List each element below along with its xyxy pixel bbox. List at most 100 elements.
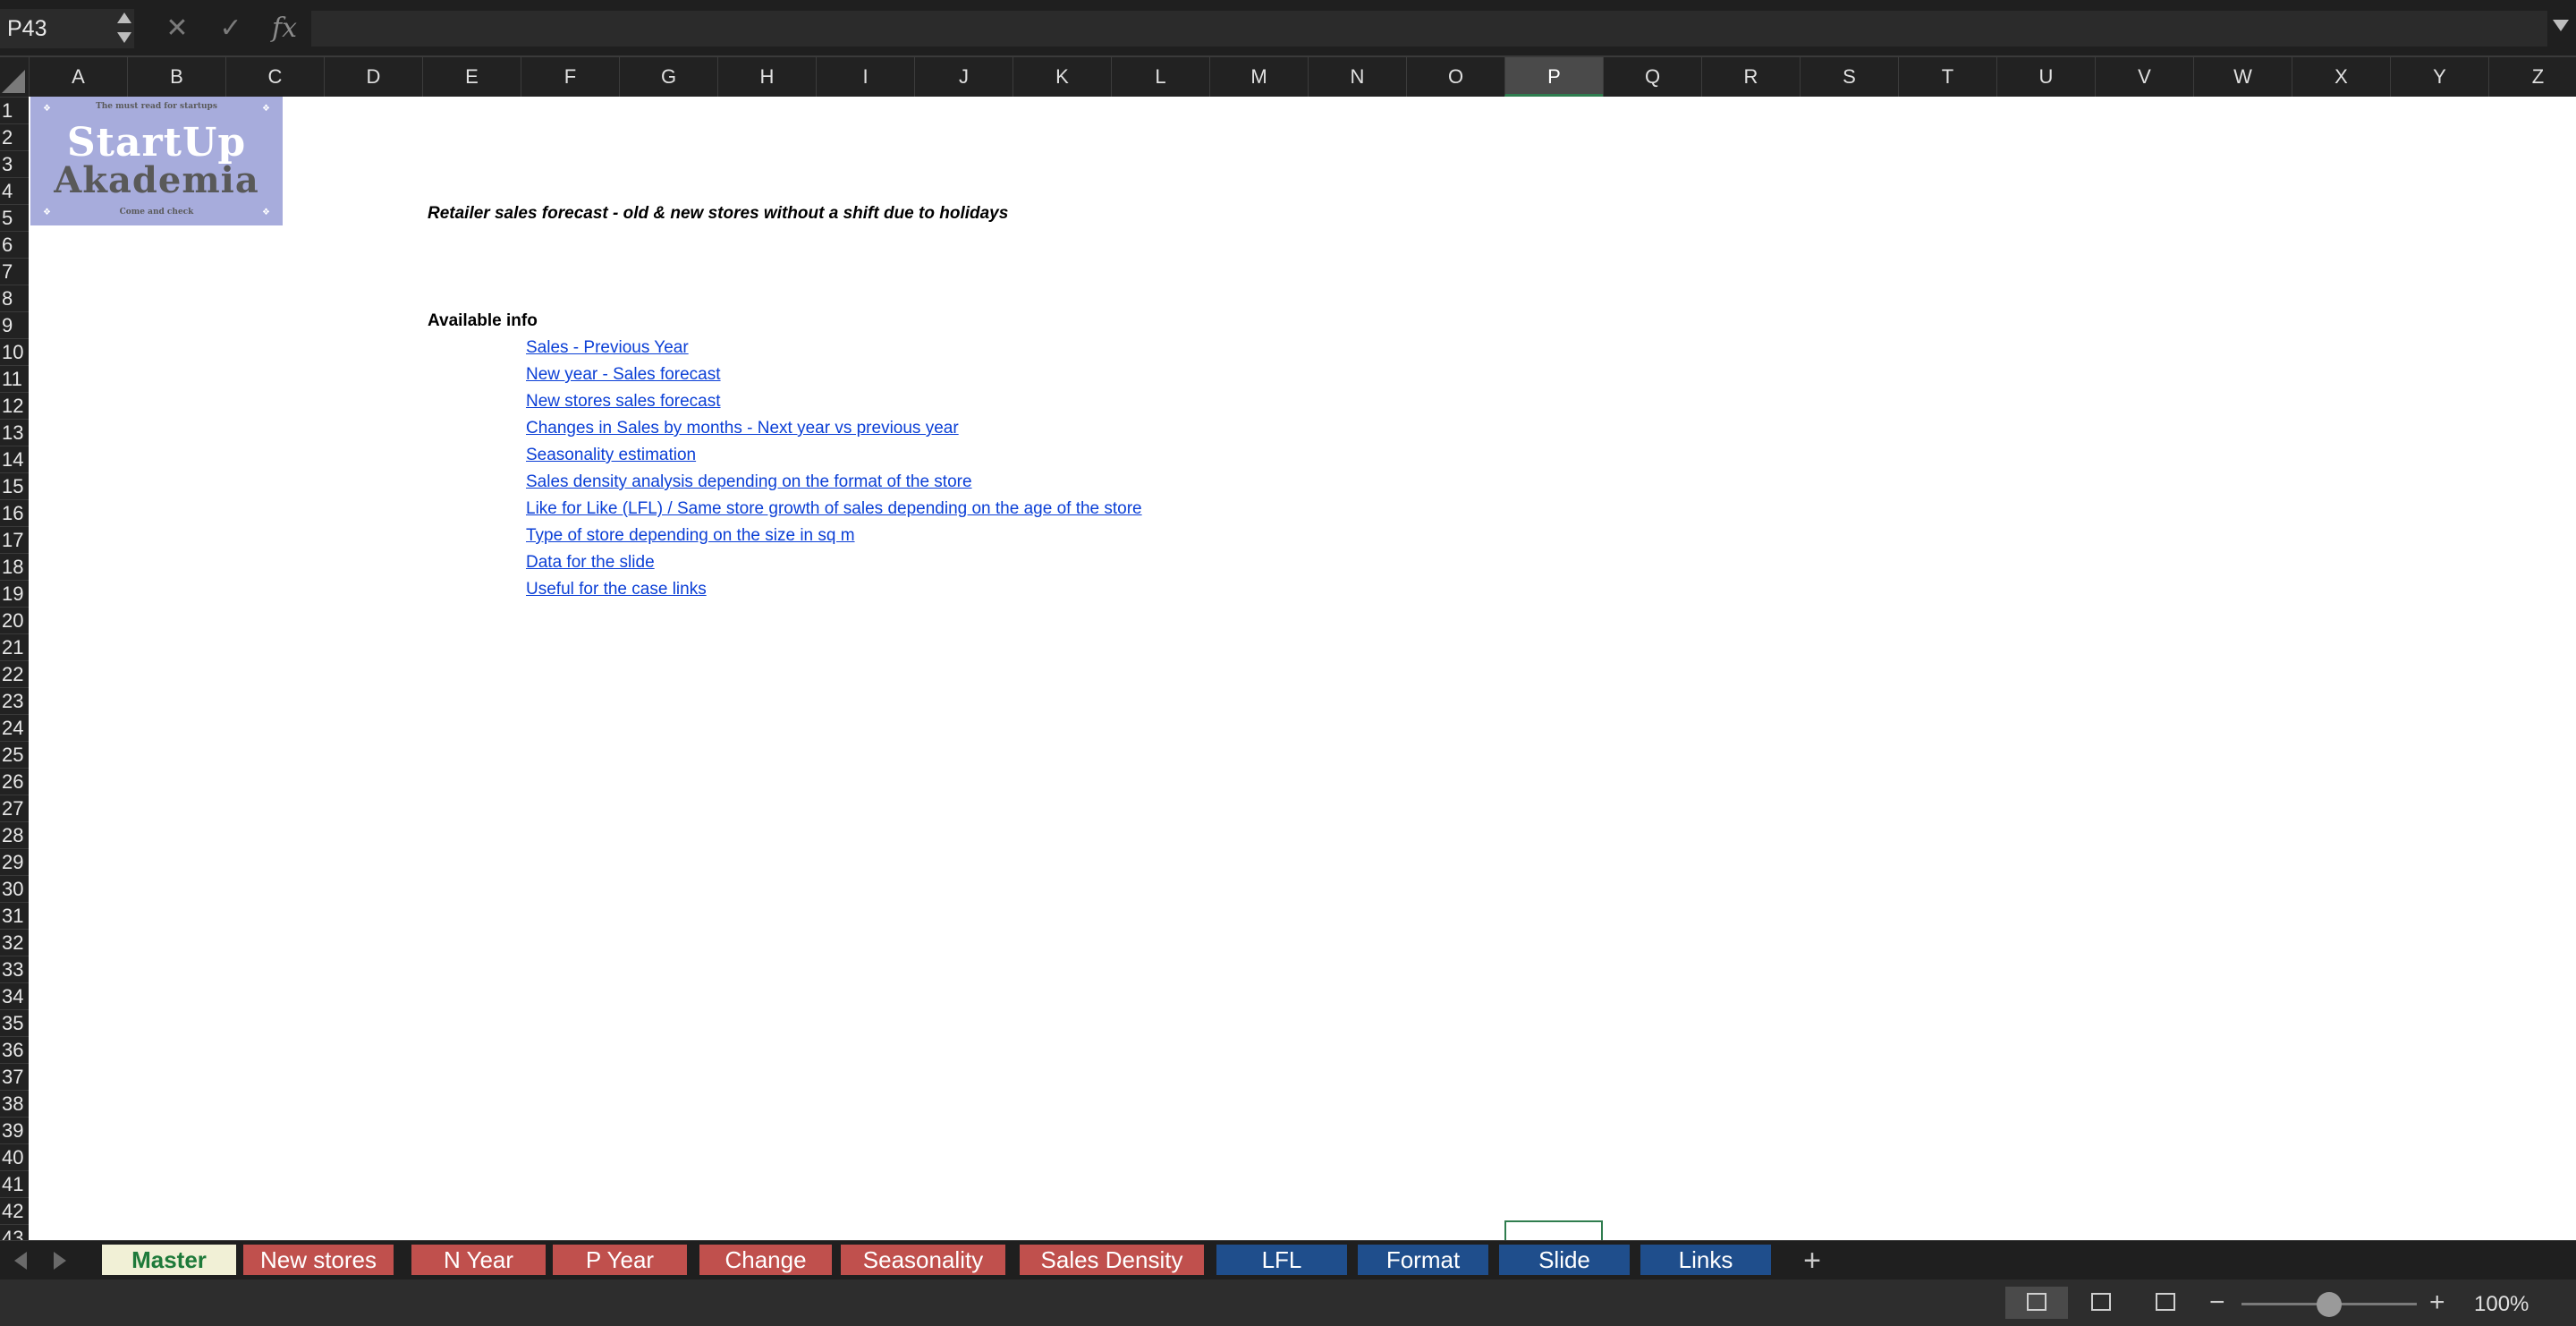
row-header-13[interactable]: 13 xyxy=(0,419,29,446)
column-header-y[interactable]: Y xyxy=(2390,57,2488,97)
row-header-42[interactable]: 42 xyxy=(0,1197,29,1224)
row-header-8[interactable]: 8 xyxy=(0,285,29,311)
chevron-down-icon[interactable] xyxy=(2553,20,2569,31)
row-header-3[interactable]: 3 xyxy=(0,150,29,177)
link-data-for-slide[interactable]: Data for the slide xyxy=(526,553,655,573)
row-header-23[interactable]: 23 xyxy=(0,687,29,714)
row-header-41[interactable]: 41 xyxy=(0,1170,29,1197)
column-header-n[interactable]: N xyxy=(1308,57,1406,97)
tab-sales-density[interactable]: Sales Density xyxy=(1020,1245,1204,1275)
chevron-left-icon[interactable] xyxy=(14,1252,27,1270)
row-header-11[interactable]: 11 xyxy=(0,365,29,392)
link-changes-in-sales[interactable]: Changes in Sales by months - Next year v… xyxy=(526,419,959,438)
row-header-24[interactable]: 24 xyxy=(0,714,29,741)
column-header-p[interactable]: P xyxy=(1504,57,1603,97)
link-sales-previous-year[interactable]: Sales - Previous Year xyxy=(526,338,689,358)
row-header-4[interactable]: 4 xyxy=(0,177,29,204)
tab-change[interactable]: Change xyxy=(699,1245,832,1275)
link-useful-for-case[interactable]: Useful for the case links xyxy=(526,580,707,599)
column-header-b[interactable]: B xyxy=(127,57,225,97)
function-icon[interactable]: fx xyxy=(267,11,302,47)
column-header-m[interactable]: M xyxy=(1209,57,1308,97)
page-layout-icon[interactable] xyxy=(2070,1287,2132,1319)
row-header-17[interactable]: 17 xyxy=(0,526,29,553)
close-icon[interactable]: ✕ xyxy=(159,11,195,47)
row-header-33[interactable]: 33 xyxy=(0,956,29,982)
add-sheet-button[interactable]: + xyxy=(1792,1243,1832,1279)
arrow-down-icon[interactable] xyxy=(117,32,131,43)
chevron-right-icon[interactable] xyxy=(54,1252,66,1270)
column-header-q[interactable]: Q xyxy=(1603,57,1701,97)
row-header-35[interactable]: 35 xyxy=(0,1009,29,1036)
row-header-10[interactable]: 10 xyxy=(0,338,29,365)
row-header-9[interactable]: 9 xyxy=(0,311,29,338)
zoom-out-button[interactable]: − xyxy=(2209,1289,2225,1316)
normal-view-icon[interactable] xyxy=(2005,1287,2068,1319)
row-header-12[interactable]: 12 xyxy=(0,392,29,419)
row-header-7[interactable]: 7 xyxy=(0,258,29,285)
column-header-t[interactable]: T xyxy=(1898,57,1996,97)
row-header-40[interactable]: 40 xyxy=(0,1143,29,1170)
column-header-a[interactable]: A xyxy=(29,57,127,97)
column-header-r[interactable]: R xyxy=(1701,57,1800,97)
column-header-o[interactable]: O xyxy=(1406,57,1504,97)
column-header-k[interactable]: K xyxy=(1013,57,1111,97)
column-header-j[interactable]: J xyxy=(914,57,1013,97)
zoom-in-button[interactable]: + xyxy=(2429,1289,2445,1316)
tab-new-stores[interactable]: New stores xyxy=(243,1245,394,1275)
zoom-slider-thumb[interactable] xyxy=(2317,1292,2342,1317)
column-header-c[interactable]: C xyxy=(225,57,324,97)
column-header-i[interactable]: I xyxy=(816,57,914,97)
formula-input[interactable] xyxy=(311,11,2547,47)
row-header-25[interactable]: 25 xyxy=(0,741,29,768)
column-header-u[interactable]: U xyxy=(1996,57,2095,97)
link-type-of-store[interactable]: Type of store depending on the size in s… xyxy=(526,526,855,546)
link-new-stores-sales-forecast[interactable]: New stores sales forecast xyxy=(526,392,721,412)
row-header-18[interactable]: 18 xyxy=(0,553,29,580)
row-header-16[interactable]: 16 xyxy=(0,499,29,526)
name-box-stepper[interactable] xyxy=(114,11,132,47)
column-header-h[interactable]: H xyxy=(717,57,816,97)
row-header-39[interactable]: 39 xyxy=(0,1117,29,1143)
link-new-year-sales-forecast[interactable]: New year - Sales forecast xyxy=(526,365,721,385)
tab-links[interactable]: Links xyxy=(1640,1245,1771,1275)
column-header-e[interactable]: E xyxy=(422,57,521,97)
tab-p-year[interactable]: P Year xyxy=(553,1245,687,1275)
column-header-w[interactable]: W xyxy=(2193,57,2292,97)
link-sales-density-analysis[interactable]: Sales density analysis depending on the … xyxy=(526,472,972,492)
tab-master[interactable]: Master xyxy=(102,1245,236,1275)
link-seasonality-estimation[interactable]: Seasonality estimation xyxy=(526,446,696,465)
row-header-1[interactable]: 1 xyxy=(0,97,29,123)
row-header-37[interactable]: 37 xyxy=(0,1063,29,1090)
column-header-d[interactable]: D xyxy=(324,57,422,97)
row-header-34[interactable]: 34 xyxy=(0,982,29,1009)
arrow-up-icon[interactable] xyxy=(117,13,131,23)
row-header-6[interactable]: 6 xyxy=(0,231,29,258)
row-header-31[interactable]: 31 xyxy=(0,902,29,929)
column-header-l[interactable]: L xyxy=(1111,57,1209,97)
row-header-38[interactable]: 38 xyxy=(0,1090,29,1117)
sheet-grid[interactable]: ❖ ❖ ❖ ❖ The must read for startups Start… xyxy=(29,97,2576,1240)
link-lfl-growth[interactable]: Like for Like (LFL) / Same store growth … xyxy=(526,499,1142,519)
column-header-x[interactable]: X xyxy=(2292,57,2390,97)
column-header-v[interactable]: V xyxy=(2095,57,2193,97)
row-header-15[interactable]: 15 xyxy=(0,472,29,499)
row-header-20[interactable]: 20 xyxy=(0,607,29,633)
column-header-g[interactable]: G xyxy=(619,57,717,97)
select-all-button[interactable] xyxy=(0,57,29,97)
row-header-29[interactable]: 29 xyxy=(0,848,29,875)
row-header-5[interactable]: 5 xyxy=(0,204,29,231)
row-header-43[interactable]: 43 xyxy=(0,1224,29,1240)
tab-seasonality[interactable]: Seasonality xyxy=(841,1245,1005,1275)
row-header-2[interactable]: 2 xyxy=(0,123,29,150)
tab-slide[interactable]: Slide xyxy=(1499,1245,1630,1275)
tab-n-year[interactable]: N Year xyxy=(411,1245,546,1275)
page-break-icon[interactable] xyxy=(2134,1287,2197,1319)
row-header-21[interactable]: 21 xyxy=(0,633,29,660)
check-icon[interactable]: ✓ xyxy=(213,11,249,47)
row-header-32[interactable]: 32 xyxy=(0,929,29,956)
selected-cell[interactable] xyxy=(1504,1220,1603,1240)
row-header-30[interactable]: 30 xyxy=(0,875,29,902)
tab-lfl[interactable]: LFL xyxy=(1216,1245,1347,1275)
column-header-f[interactable]: F xyxy=(521,57,619,97)
